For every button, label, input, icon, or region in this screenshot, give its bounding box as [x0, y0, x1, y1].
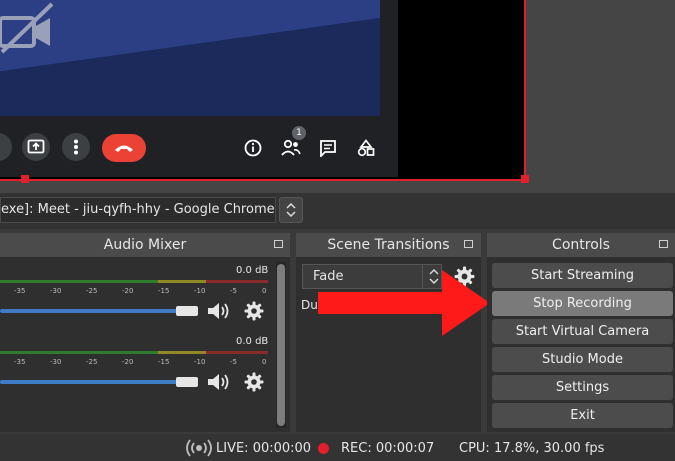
audio-mixer-title: Audio Mixer	[103, 237, 187, 253]
leave-call-button[interactable]	[102, 134, 146, 162]
track-1-meter-red	[206, 280, 268, 283]
studio-mode-button[interactable]: Studio Mode	[492, 347, 673, 372]
gear-icon[interactable]	[244, 301, 264, 321]
live-broadcast-icon	[186, 439, 212, 457]
exit-button[interactable]: Exit	[492, 403, 673, 428]
track-1-meter-yellow	[158, 280, 206, 283]
live-time: LIVE: 00:00:00	[216, 441, 312, 456]
track-1-meter-green	[0, 280, 158, 283]
track-2-tick: -5	[230, 358, 237, 366]
annotation-arrow	[318, 270, 490, 336]
track-2-tick: -15	[158, 358, 170, 366]
track-1-tick: -10	[194, 287, 206, 295]
camera-off-icon	[0, 2, 54, 54]
track-1-tick: -5	[230, 287, 237, 295]
track-1-tick: -30	[50, 287, 62, 295]
window-capture-label: exe]: Meet - jiu-qyfh-hhy - Google Chrom…	[1, 202, 275, 217]
start-virtual-camera-button[interactable]: Start Virtual Camera	[492, 319, 673, 344]
track-2-tick: -35	[14, 358, 26, 366]
track-1-tick: -15	[158, 287, 170, 295]
track-1-volume-slider[interactable]	[0, 309, 180, 313]
meet-video-tile	[0, 0, 380, 116]
meeting-info-icon[interactable]	[244, 139, 262, 157]
participant-count-badge: 1	[292, 126, 306, 140]
present-screen-button[interactable]	[22, 133, 50, 161]
meet-more-controls-button[interactable]	[0, 133, 12, 161]
undock-icon[interactable]	[274, 240, 283, 248]
mixer-scrollbar-thumb[interactable]	[277, 264, 285, 426]
track-1-db-value: 0.0 dB	[236, 265, 269, 276]
transform-handle-bottom-left[interactable]	[21, 175, 29, 183]
more-vert-icon	[74, 139, 78, 155]
present-screen-icon	[27, 139, 45, 154]
track-2-meter-yellow	[158, 351, 206, 354]
track-1-tick: 0	[262, 287, 267, 295]
track-1-tick: -35	[14, 287, 26, 295]
gear-icon[interactable]	[244, 372, 264, 392]
audio-mixer-header: Audio Mixer	[0, 233, 290, 257]
track-2-tick: -30	[50, 358, 62, 366]
rec-time: REC: 00:00:07	[341, 441, 435, 456]
track-2-tick: -20	[122, 358, 134, 366]
meet-window-capture: 1	[0, 0, 398, 177]
track-2-volume-slider[interactable]	[0, 380, 180, 384]
track-1-slider-handle[interactable]	[176, 306, 198, 316]
controls-title: Controls	[552, 237, 610, 253]
chat-icon[interactable]	[319, 139, 337, 157]
window-capture-select[interactable]: exe]: Meet - jiu-qyfh-hhy - Google Chrom…	[0, 197, 276, 223]
up-down-chevron-icon	[286, 202, 296, 218]
video-background-stripe	[0, 0, 380, 76]
track-2-slider-handle[interactable]	[176, 377, 198, 387]
window-select-spinner[interactable]	[279, 197, 303, 223]
track-2-tick: -25	[86, 358, 98, 366]
transform-handle-bottom-right[interactable]	[521, 175, 529, 183]
track-2-meter-green	[0, 351, 158, 354]
speaker-icon[interactable]	[206, 371, 232, 393]
stop-recording-button[interactable]: Stop Recording	[492, 291, 673, 316]
preview-canvas[interactable]: 1	[0, 0, 526, 181]
undock-icon[interactable]	[464, 240, 473, 248]
track-2-tick: -10	[194, 358, 206, 366]
hang-up-icon	[115, 145, 133, 152]
scene-transitions-header: Scene Transitions	[296, 233, 481, 257]
people-icon[interactable]	[281, 139, 301, 157]
controls-header: Controls	[487, 233, 675, 257]
speaker-icon[interactable]	[206, 300, 232, 322]
more-options-button[interactable]	[62, 133, 90, 161]
track-2-tick: 0	[262, 358, 267, 366]
start-streaming-button[interactable]: Start Streaming	[492, 263, 673, 288]
scene-transitions-title: Scene Transitions	[327, 237, 450, 253]
recording-indicator-icon	[318, 443, 329, 454]
mixer-scroll-track[interactable]	[276, 262, 286, 428]
track-1-tick: -20	[122, 287, 134, 295]
settings-button[interactable]: Settings	[492, 375, 673, 400]
track-2-db-value: 0.0 dB	[236, 336, 269, 347]
track-1-tick: -25	[86, 287, 98, 295]
undock-icon[interactable]	[659, 240, 668, 248]
cpu-fps: CPU: 17.8%, 30.00 fps	[459, 441, 605, 456]
track-2-meter-red	[206, 351, 268, 354]
activities-icon[interactable]	[357, 139, 375, 157]
